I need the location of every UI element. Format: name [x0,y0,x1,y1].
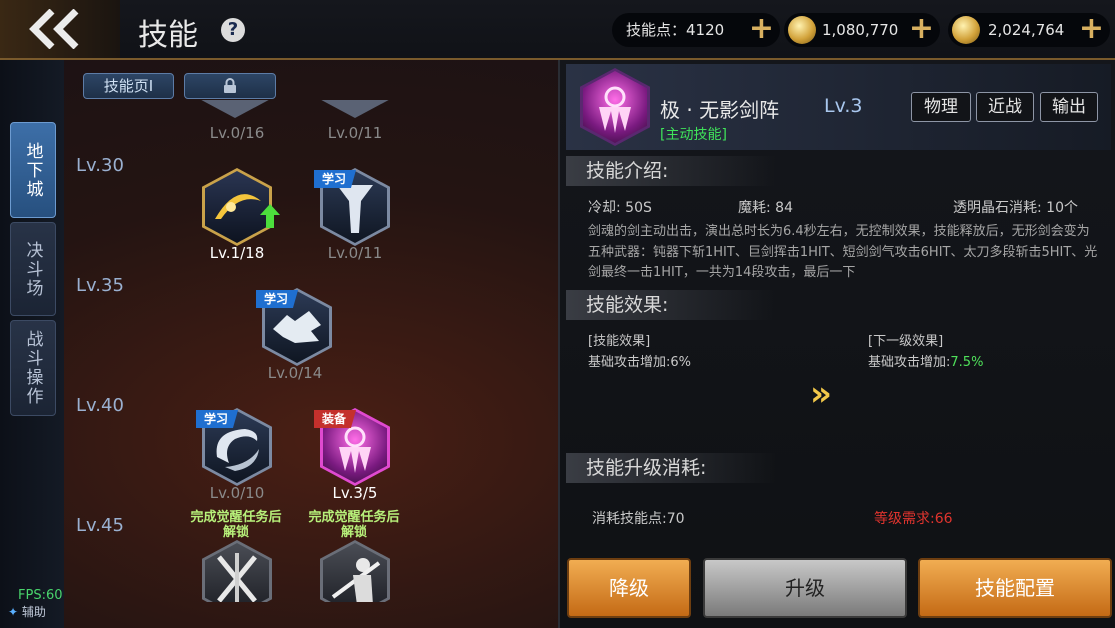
current-effect-label: 基础攻击增加: [588,355,671,370]
cost-points-text: 消耗技能点:70 [592,511,685,527]
tag-melee[interactable]: 近战 [976,92,1034,122]
skill-points-text: 技能点：4120 [626,21,725,39]
awakening-lock-text: 完成觉醒任务后解锁 [190,510,282,540]
skill-config-button[interactable]: 技能配置 [918,558,1112,618]
bound-gold-pill: 2,024,764 + [948,13,1110,47]
downgrade-button[interactable]: 降级 [567,558,691,618]
skill-wolf-strike[interactable]: 学习 [256,288,332,366]
skill-level-text: Lv.0/14 [267,364,323,382]
row-label-lv40: Lv.40 [76,395,124,416]
shadowless-sword-array-icon [599,86,631,133]
skill-level-text: Lv.1/18 [209,244,265,262]
crystal-cost-text: 透明晶石消耗: 10个 [953,200,1078,216]
tab-arena[interactable]: 决斗场 [10,222,56,316]
current-effect-value: 6% [670,355,692,370]
learn-badge: 学习 [196,410,239,428]
add-gold-button[interactable]: + [909,13,934,45]
tag-physical[interactable]: 物理 [911,92,971,122]
skill-locked-awakening-2[interactable] [320,540,390,602]
back-button[interactable] [0,0,120,58]
row-label-lv30: Lv.30 [76,155,124,176]
upgrade-arrow-icon [260,204,280,228]
current-effect-line: 基础攻击增加:6% [588,351,691,370]
cooldown-text: 冷却: 50S [588,200,652,216]
add-skill-points-button[interactable]: + [749,13,774,45]
skill-description[interactable]: 剑魂的剑主动出击，演出总时长为6.4秒左右，无控制效果，技能释放后，无形剑会变为… [588,222,1100,284]
gold-coin-icon [788,16,816,44]
assist-button[interactable]: ✦ 辅助 [8,603,46,620]
learn-badge: 学习 [256,290,299,308]
skill-type: [主动技能] [660,127,727,143]
assist-label: 辅助 [21,605,46,619]
skill-level: Lv.3 [824,95,863,117]
tag-damage[interactable]: 输出 [1040,92,1098,122]
effect-section-title: 技能效果: [566,290,776,320]
intro-section-title: 技能介绍: [566,156,776,186]
swordsman-icon [331,558,381,602]
back-chevron-icon [29,9,79,49]
crossed-swords-icon [217,553,257,602]
equip-badge: 装备 [314,410,357,428]
level-requirement-text: 等级需求:66 [874,511,953,527]
tab-dungeon[interactable]: 地下城 [10,122,56,218]
tab-combat-controls[interactable]: 战斗操作 [10,320,56,416]
next-effect-header: [下一级效果] [868,334,944,349]
gold-pill: 1,080,770 + [784,13,940,47]
row-label-lv35: Lv.35 [76,275,124,296]
skill-level-text: Lv.0/11 [327,124,383,142]
add-bound-gold-button[interactable]: + [1079,13,1104,45]
mp-cost-text: 魔耗: 84 [738,200,793,216]
skill-shadowless-sword-array[interactable]: 装备 [314,408,390,486]
skill-icon-partial-1[interactable] [200,100,270,118]
awakening-lock-text: 完成觉醒任务后解锁 [308,510,400,540]
skill-icon-partial-2[interactable] [320,100,390,118]
row-label-lv45: Lv.45 [76,515,124,536]
skill-level-text: Lv.0/16 [209,124,265,142]
skill-whirl-slash[interactable]: 学习 [196,408,272,486]
skill-level-text: Lv.0/11 [327,244,383,262]
skill-page-2-tab[interactable] [184,73,276,99]
next-effect-line: 基础攻击增加:7.5% [868,351,983,370]
skill-points-pill: 技能点：4120 + [612,13,780,47]
double-arrow-icon: » [810,374,832,414]
locked-gold-coin-icon [952,16,980,44]
skill-crescent-slash[interactable] [202,168,280,246]
skill-name: 极 · 无影剑阵 [660,98,780,122]
fps-counter: FPS:60 [18,588,63,603]
current-effect-header: [技能效果] [588,334,651,349]
cost-section-title: 技能升级消耗: [566,453,776,483]
skill-level-text: Lv.0/10 [209,484,265,502]
next-effect-value: 7.5% [950,355,984,370]
page-title: 技能 [138,18,198,53]
assist-icon: ✦ [8,605,19,619]
skill-locked-awakening-1[interactable] [202,540,272,602]
learn-badge: 学习 [314,170,357,188]
gold-amount: 1,080,770 [822,21,899,39]
skill-level-text: Lv.3/5 [332,484,378,502]
upgrade-button[interactable]: 升级 [703,558,907,618]
bound-gold-amount: 2,024,764 [988,21,1065,39]
lock-icon [224,78,236,93]
next-effect-label: 基础攻击增加: [868,355,951,370]
skill-page-1-tab[interactable]: 技能页Ⅰ [83,73,174,99]
help-icon[interactable]: ? [221,18,245,42]
skill-sword-storm[interactable]: 学习 [314,168,390,246]
top-bar: 技能 ? 技能点：4120 + 1,080,770 + 2,024,764 + [0,0,1115,60]
